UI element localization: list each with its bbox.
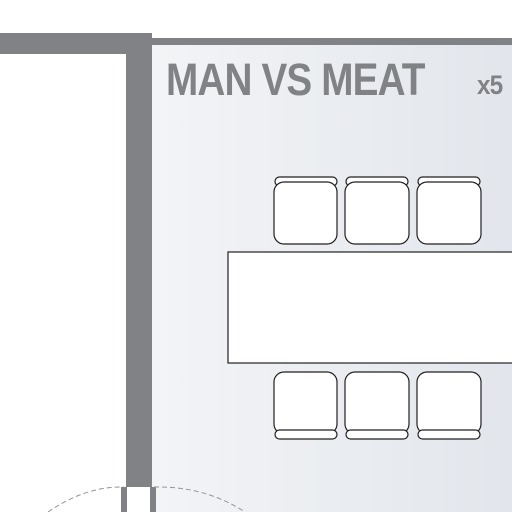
chair (344, 371, 410, 440)
chairs-bottom (273, 371, 482, 440)
door-jamb-left (121, 487, 127, 512)
chair (344, 176, 410, 245)
door-opening (127, 487, 150, 512)
door-jamb-right (150, 487, 156, 512)
chair (416, 176, 482, 245)
room-name: MAN VS MEAT (166, 54, 425, 105)
room-capacity: x5 (477, 70, 503, 100)
chairs-top (273, 176, 482, 245)
wall-top-room (150, 38, 512, 45)
wall-vertical (126, 33, 152, 487)
room-label: MAN VS MEAT x5 (166, 54, 503, 106)
chair (273, 176, 338, 245)
chair (273, 371, 338, 440)
chair (416, 371, 482, 440)
conference-table (227, 251, 512, 364)
